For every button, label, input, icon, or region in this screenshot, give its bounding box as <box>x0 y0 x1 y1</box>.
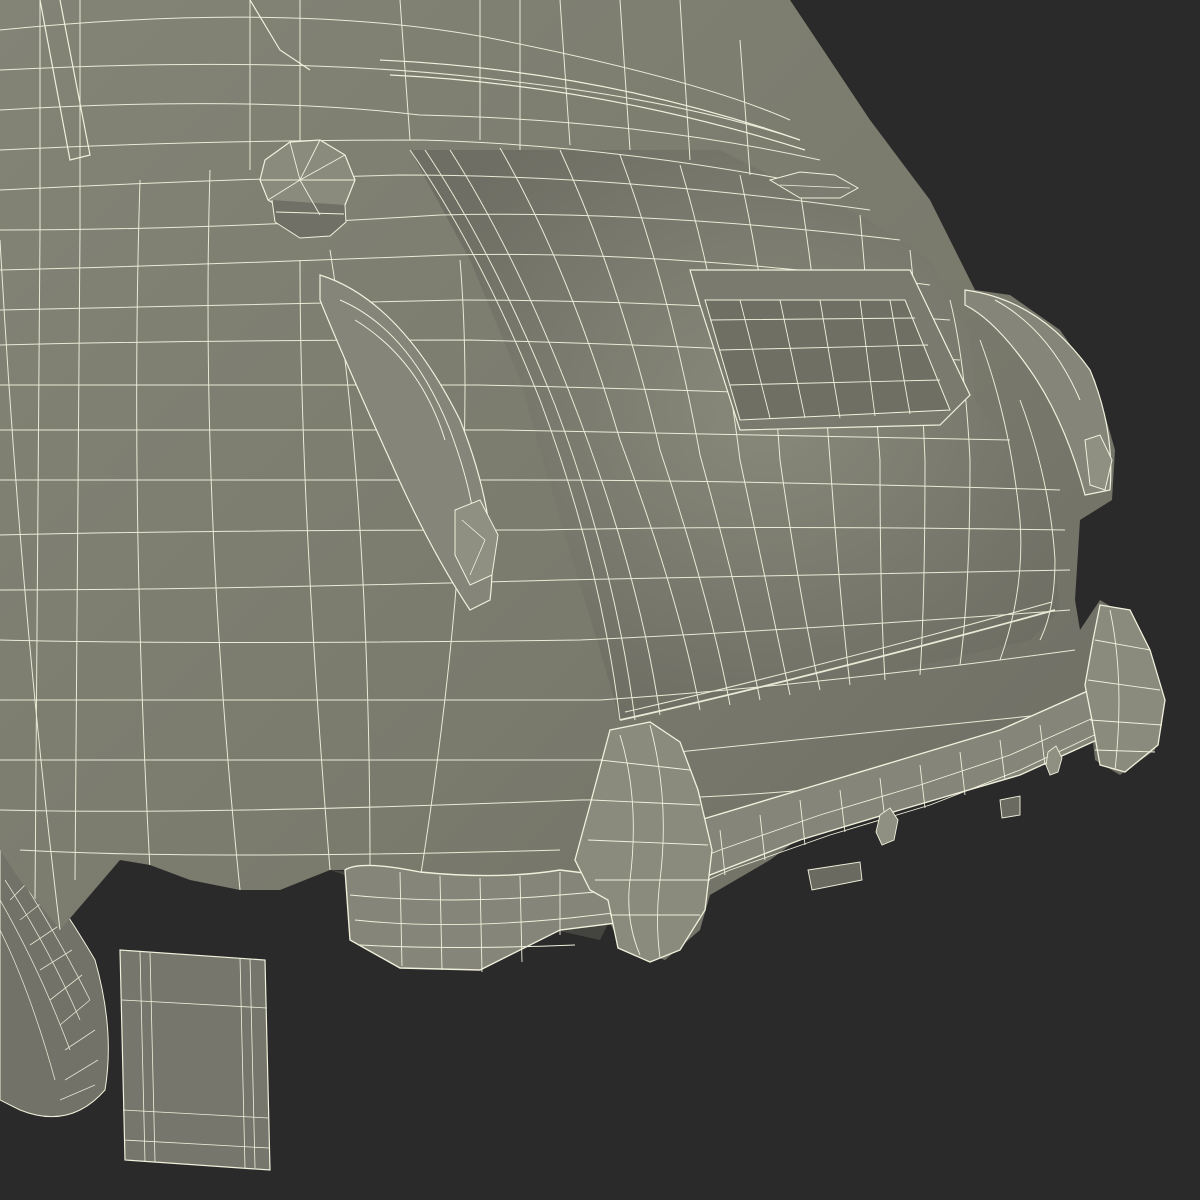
wireframe-car-render <box>0 0 1200 1200</box>
render-viewport <box>0 0 1200 1200</box>
mud-flap <box>119 949 271 1171</box>
